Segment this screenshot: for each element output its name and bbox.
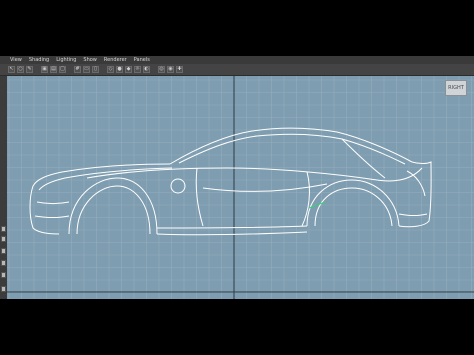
roof-line bbox=[169, 127, 413, 165]
layout-outliner-button[interactable] bbox=[1, 272, 6, 278]
rocker-line bbox=[156, 231, 308, 236]
menu-lighting[interactable]: Lighting bbox=[56, 56, 76, 64]
front-lower-line bbox=[36, 201, 70, 204]
grid-icon[interactable]: # bbox=[74, 66, 81, 73]
bookmark-icon[interactable]: ▤ bbox=[50, 66, 57, 73]
side-vent-circle bbox=[170, 178, 186, 194]
toolbar-separator bbox=[35, 66, 39, 73]
front-viewport[interactable]: RIGHT bbox=[7, 76, 474, 299]
hud-icon[interactable]: ✚ bbox=[176, 66, 183, 73]
tool-box-shelf bbox=[0, 76, 7, 299]
select-icon[interactable]: ↖ bbox=[8, 66, 15, 73]
menu-show[interactable]: Show bbox=[83, 56, 97, 64]
rear-window-line bbox=[341, 138, 386, 179]
layout-four-button[interactable] bbox=[1, 236, 6, 242]
resolution-gate-icon[interactable]: ▯ bbox=[92, 66, 99, 73]
menu-panels[interactable]: Panels bbox=[134, 56, 150, 64]
a-pillar-line bbox=[195, 167, 204, 227]
front-nose-line bbox=[29, 185, 60, 235]
sill-line bbox=[156, 225, 308, 229]
menu-shading[interactable]: Shading bbox=[29, 56, 49, 64]
image-plane-icon[interactable]: ▢ bbox=[59, 66, 66, 73]
film-gate-icon[interactable]: ▭ bbox=[83, 66, 90, 73]
tail-light-line bbox=[406, 170, 426, 197]
toolbar-separator bbox=[152, 66, 156, 73]
isolate-icon[interactable]: ◉ bbox=[167, 66, 174, 73]
menu-renderer[interactable]: Renderer bbox=[104, 56, 127, 64]
smooth-shade-icon[interactable]: ● bbox=[116, 66, 123, 73]
front-intake-line bbox=[34, 215, 70, 218]
xray-icon[interactable]: ◎ bbox=[158, 66, 165, 73]
lasso-icon[interactable]: ○ bbox=[17, 66, 24, 73]
camera-icon[interactable]: ▣ bbox=[41, 66, 48, 73]
layout-stack-button[interactable] bbox=[1, 260, 6, 266]
panel-menu-bar: View Shading Lighting Show Renderer Pane… bbox=[0, 56, 474, 64]
shadows-icon[interactable]: ◐ bbox=[143, 66, 150, 73]
lights-icon[interactable]: ☼ bbox=[134, 66, 141, 73]
layout-single-button[interactable] bbox=[1, 226, 6, 232]
rear-bumper-line bbox=[398, 213, 428, 216]
view-cube[interactable]: RIGHT bbox=[445, 80, 467, 96]
panel-toolbar: ↖ ○ ✎ ▣ ▤ ▢ # ▭ ▯ ◇ ● ◆ ☼ ◐ ◎ ◉ ✚ bbox=[0, 64, 474, 76]
rear-wheel-arch-inner bbox=[314, 187, 393, 227]
toolbar-separator bbox=[101, 66, 105, 73]
paint-icon[interactable]: ✎ bbox=[26, 66, 33, 73]
car-wireframe bbox=[29, 127, 432, 236]
hood-line bbox=[32, 163, 171, 187]
toolbar-separator bbox=[68, 66, 72, 73]
front-wheel-arch-inner bbox=[76, 185, 151, 235]
hood-crease-line bbox=[38, 167, 173, 191]
side-crease-line bbox=[202, 183, 328, 192]
wireframe-icon[interactable]: ◇ bbox=[107, 66, 114, 73]
textured-icon[interactable]: ◆ bbox=[125, 66, 132, 73]
tail-line bbox=[398, 161, 432, 228]
maya-window: View Shading Lighting Show Renderer Pane… bbox=[0, 56, 474, 299]
layout-graph-button[interactable] bbox=[1, 286, 6, 292]
door-rear-line bbox=[301, 171, 310, 227]
roof-inner-line bbox=[178, 133, 406, 165]
layout-side-button[interactable] bbox=[1, 248, 6, 254]
menu-view[interactable]: View bbox=[10, 56, 22, 64]
